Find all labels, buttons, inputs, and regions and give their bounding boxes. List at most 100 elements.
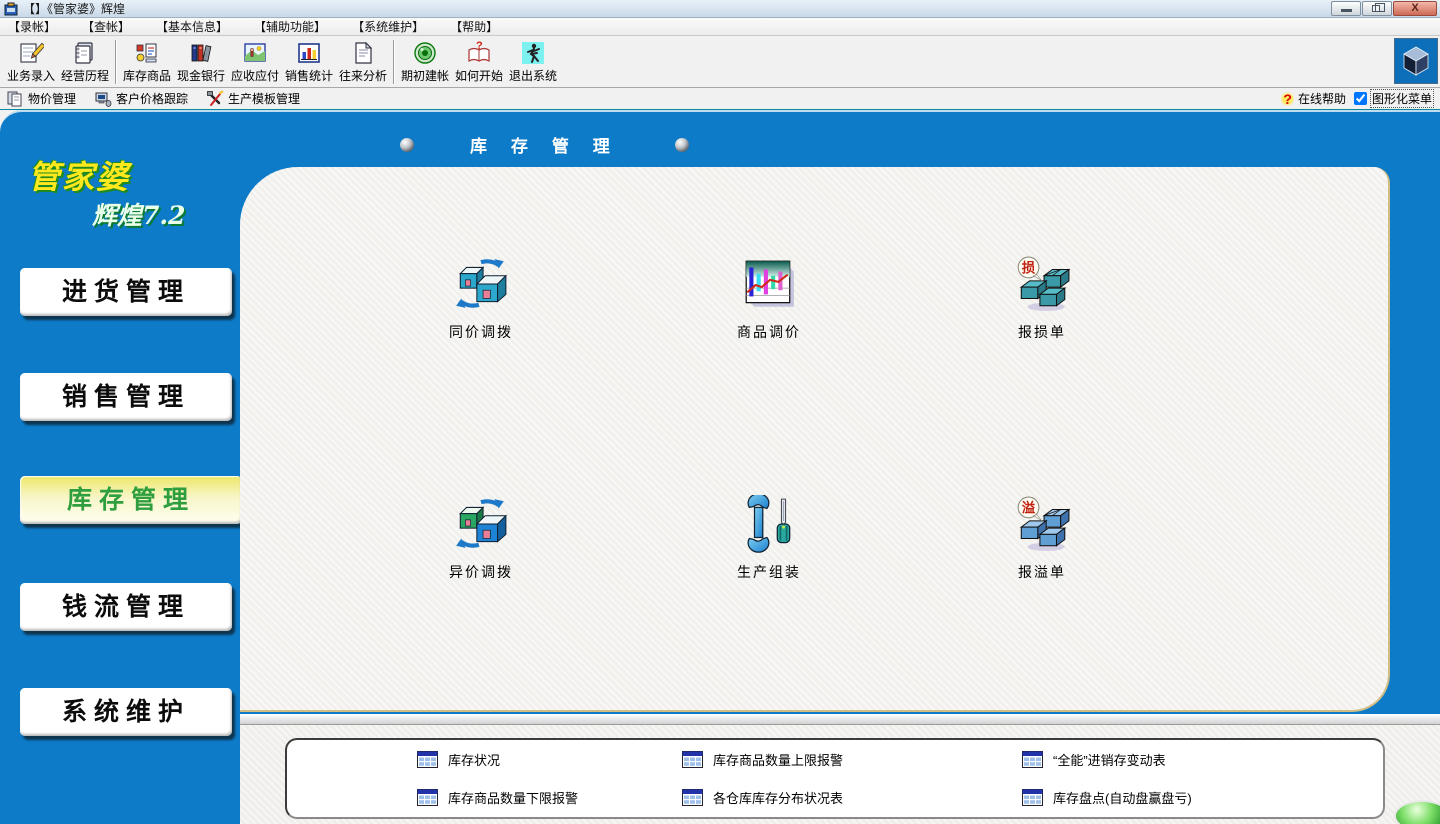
- brand-cube-logo: [1394, 38, 1438, 84]
- menu-record[interactable]: 【录帐】: [8, 18, 56, 35]
- menu-aux-functions[interactable]: 【辅助功能】: [254, 18, 326, 35]
- price-pages-icon: [6, 90, 24, 108]
- quick-label: 客户价格跟踪: [116, 90, 188, 107]
- assembly-tools-icon: [740, 495, 798, 553]
- grid-item-price-adjust[interactable]: 商品调价: [704, 255, 834, 342]
- report-link-allpowerful-change-table[interactable]: “全能”进销存变动表: [1022, 750, 1166, 769]
- toolbar-business-entry[interactable]: 业务录入: [4, 38, 58, 86]
- menu-basic-info[interactable]: 【基本信息】: [156, 18, 228, 35]
- sidebar-item-system-maintenance[interactable]: 系统维护: [20, 688, 232, 736]
- quick-bar: 物价管理 客户价格跟踪 生产模板管理 ? 在线帮助: [0, 88, 1440, 110]
- question-mark-icon: ?: [1281, 91, 1294, 107]
- quick-production-template[interactable]: 生产模板管理: [206, 90, 300, 108]
- report-link-lower-limit-alarm[interactable]: 库存商品数量下限报警: [417, 788, 578, 807]
- toolbar-label: 经营历程: [61, 67, 109, 84]
- quick-label: 生产模板管理: [228, 90, 300, 107]
- report-links-panel: 库存状况 库存商品数量上限报警: [285, 738, 1385, 819]
- customer-price-monitor-icon: [94, 90, 112, 108]
- grid-item-label: 报损单: [977, 322, 1107, 342]
- toolbar-initial-accounts[interactable]: 期初建帐: [398, 38, 452, 86]
- minimize-button[interactable]: [1331, 1, 1361, 16]
- menu-help[interactable]: 【帮助】: [450, 18, 498, 35]
- toolbar-how-to-start[interactable]: ? 如何开始: [452, 38, 506, 86]
- graphical-menu-toggle: 图形化菜单: [1354, 89, 1434, 108]
- toolbar-cash-bank[interactable]: 现金银行: [174, 38, 228, 86]
- report-link-label: “全能”进销存变动表: [1053, 750, 1166, 769]
- grid-item-label: 异价调拨: [416, 562, 546, 582]
- close-icon: X: [1394, 2, 1436, 14]
- table-icon: [682, 751, 703, 768]
- cash-bank-books-icon: [188, 40, 214, 66]
- graphical-menu-checkbox[interactable]: [1354, 92, 1367, 105]
- toolbar-business-history[interactable]: 经营历程: [58, 38, 112, 86]
- report-link-upper-limit-alarm[interactable]: 库存商品数量上限报警: [682, 750, 843, 769]
- overflow-badge-char: 溢: [1022, 500, 1036, 516]
- window-title: 【】《管家婆》辉煌: [23, 0, 125, 17]
- toolbar-exit-system[interactable]: 退出系统: [506, 38, 560, 86]
- brand-version-text: 辉煌7.2: [92, 196, 186, 232]
- diff-price-transfer-icon: [452, 495, 510, 553]
- window-controls: X: [1331, 1, 1437, 16]
- grid-item-diff-price-transfer[interactable]: 异价调拨: [416, 495, 546, 582]
- svg-text:?: ?: [476, 40, 483, 52]
- sales-chart-icon: [296, 40, 322, 66]
- grid-item-overflow-report[interactable]: 溢 报溢单: [977, 495, 1107, 582]
- quick-price-management[interactable]: 物价管理: [6, 90, 76, 108]
- online-help-label: 在线帮助: [1298, 90, 1346, 107]
- grid-item-production-assembly[interactable]: 生产组装: [704, 495, 834, 582]
- table-icon: [417, 789, 438, 806]
- app-window: 【】《管家婆》辉煌 X 【录帐】 【查帐】 【基本信息】 【辅助功能】 【系统维…: [0, 0, 1440, 824]
- report-link-label: 各仓库库存分布状况表: [713, 788, 843, 807]
- toolbar-receivable-payable[interactable]: 应收应付: [228, 38, 282, 86]
- title-bar: 【】《管家婆》辉煌 X: [0, 0, 1440, 18]
- init-account-target-icon: [412, 40, 438, 66]
- template-tools-icon: [206, 90, 224, 108]
- toolbar-label: 现金银行: [177, 67, 225, 84]
- grid-item-same-price-transfer[interactable]: 同价调拨: [416, 255, 546, 342]
- quickbar-right: ? 在线帮助 图形化菜单: [1281, 89, 1434, 108]
- analysis-document-icon: [350, 40, 376, 66]
- menu-bar: 【录帐】 【查帐】 【基本信息】 【辅助功能】 【系统维护】 【帮助】: [0, 18, 1440, 36]
- ledger-book-icon: [72, 40, 98, 66]
- sidebar-item-sales[interactable]: 销售管理: [20, 373, 232, 421]
- toolbar-label: 往来分析: [339, 67, 387, 84]
- main-area: 管家婆 辉煌7.2 进货管理 销售管理 库存管理 钱流管理 系统维护 库 存 管…: [0, 110, 1440, 824]
- toolbar-account-analysis[interactable]: 往来分析: [336, 38, 390, 86]
- toolbar-sales-statistics[interactable]: 销售统计: [282, 38, 336, 86]
- overflow-report-boxes-icon: 溢: [1013, 495, 1071, 553]
- section-header: 库 存 管 理: [400, 132, 689, 157]
- close-button[interactable]: X: [1393, 1, 1437, 16]
- menu-system-maintenance[interactable]: 【系统维护】: [352, 18, 424, 35]
- sidebar-item-cashflow[interactable]: 钱流管理: [20, 583, 232, 631]
- quick-customer-price-tracking[interactable]: 客户价格跟踪: [94, 90, 188, 108]
- sphere-icon: [400, 138, 414, 152]
- inventory-blocks-icon: [134, 40, 160, 66]
- green-sphere-decoration: [1394, 800, 1440, 824]
- quick-label: 物价管理: [28, 90, 76, 107]
- table-icon: [1022, 789, 1043, 806]
- report-link-inventory-status[interactable]: 库存状况: [417, 750, 500, 769]
- minimize-icon: [1341, 9, 1352, 12]
- report-link-stocktaking[interactable]: 库存盘点(自动盘赢盘亏): [1022, 788, 1192, 807]
- grid-item-loss-report[interactable]: 损 报损单: [977, 255, 1107, 342]
- report-link-label: 库存盘点(自动盘赢盘亏): [1053, 788, 1192, 807]
- table-icon: [682, 789, 703, 806]
- toolbar-label: 期初建帐: [401, 67, 449, 84]
- sphere-icon: [675, 138, 689, 152]
- menu-query[interactable]: 【查帐】: [82, 18, 130, 35]
- grid-item-label: 报溢单: [977, 562, 1107, 582]
- sidebar-item-inventory[interactable]: 库存管理: [20, 476, 242, 524]
- online-help-button[interactable]: ? 在线帮助: [1281, 90, 1346, 107]
- bottom-divider: [240, 714, 1440, 725]
- graphical-menu-label: 图形化菜单: [1370, 89, 1434, 108]
- brand-logo-text: 管家婆: [28, 152, 130, 198]
- content-panel: 同价调拨: [240, 167, 1390, 712]
- toolbar-inventory-goods[interactable]: 库存商品: [120, 38, 174, 86]
- cube-icon: [1396, 41, 1436, 81]
- same-price-transfer-icon: [452, 255, 510, 313]
- grid-item-label: 同价调拨: [416, 322, 546, 342]
- report-link-label: 库存状况: [448, 750, 500, 769]
- restore-button[interactable]: [1362, 1, 1392, 16]
- sidebar-item-purchase[interactable]: 进货管理: [20, 268, 232, 316]
- report-link-warehouse-distribution[interactable]: 各仓库库存分布状况表: [682, 788, 843, 807]
